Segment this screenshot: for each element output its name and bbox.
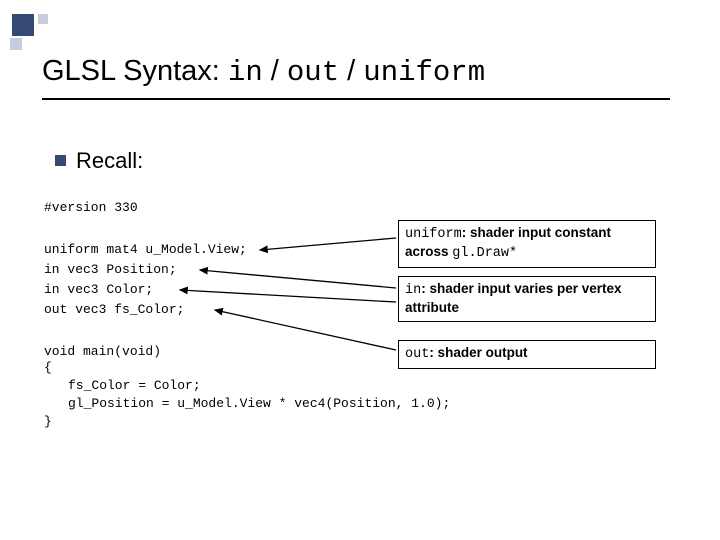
title-uniform: uniform	[363, 56, 485, 89]
title-sep2: /	[339, 55, 363, 87]
title-underline	[42, 98, 670, 100]
code-main-sig: void main(void)	[44, 344, 161, 359]
callout-in-txt: : shader input varies per vertex attribu…	[405, 281, 622, 315]
bullet-icon	[55, 155, 66, 166]
recall-heading: Recall:	[76, 148, 143, 174]
callout-uniform-code: gl.Draw*	[452, 246, 517, 261]
code-body-1: fs_Color = Color;	[68, 378, 201, 393]
code-in-position: in vec3 Position;	[44, 262, 177, 277]
callout-out-txt: : shader output	[429, 345, 527, 360]
decorative-square-small-2	[10, 38, 22, 50]
slide-title: GLSL Syntax: in / out / uniform	[42, 55, 485, 89]
decorative-square-large	[12, 14, 34, 36]
code-in-color: in vec3 Color;	[44, 282, 153, 297]
code-version: #version 330	[44, 200, 138, 215]
code-brace-close: }	[44, 414, 52, 429]
title-prefix: GLSL Syntax:	[42, 55, 228, 87]
callout-uniform-kw: uniform	[405, 227, 462, 242]
callout-uniform: uniform: shader input constant across gl…	[398, 220, 656, 268]
callout-out-kw: out	[405, 347, 429, 362]
code-out-fscolor: out vec3 fs_Color;	[44, 302, 184, 317]
callout-in-kw: in	[405, 283, 421, 298]
code-uniform-decl: uniform mat4 u_Model.View;	[44, 242, 247, 257]
callout-in: in: shader input varies per vertex attri…	[398, 276, 656, 322]
callout-uniform-txt2: across	[405, 244, 452, 259]
code-brace-open: {	[44, 360, 52, 375]
title-out: out	[287, 56, 339, 89]
callout-out: out: shader output	[398, 340, 656, 369]
code-body-2: gl_Position = u_Model.View * vec4(Positi…	[68, 396, 450, 411]
title-in: in	[228, 56, 263, 89]
decorative-square-small-1	[38, 14, 48, 24]
title-sep1: /	[263, 55, 287, 87]
callout-uniform-txt1: : shader input constant	[462, 225, 611, 240]
